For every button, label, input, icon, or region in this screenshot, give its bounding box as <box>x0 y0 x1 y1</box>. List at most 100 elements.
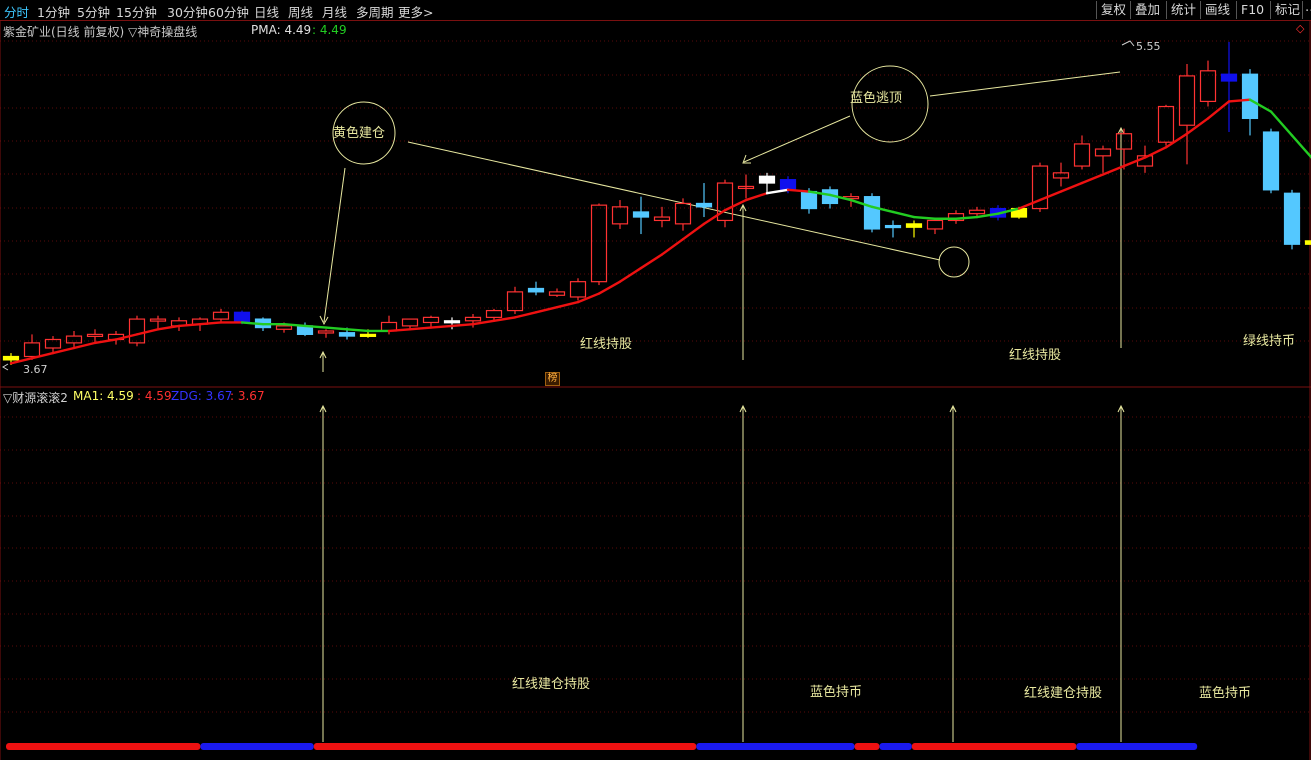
pma-segment-9 <box>198 321 223 326</box>
candle-body-27 <box>569 281 587 298</box>
pma-segment-24 <box>513 311 538 319</box>
candle-body-4 <box>86 333 104 337</box>
candle-body-19 <box>401 318 419 327</box>
pma-segment-30 <box>639 253 664 270</box>
pma-segment-53 <box>1122 156 1147 168</box>
candle-body-33 <box>695 202 713 208</box>
band-segment-6 <box>911 743 1077 750</box>
band-segment-3 <box>696 743 855 750</box>
candle-body-3 <box>65 335 83 344</box>
candle-body-23 <box>485 309 503 318</box>
candle-body-59 <box>1241 73 1259 120</box>
label-red-build-hold-1: 红线建仓持股 <box>512 676 590 692</box>
pma-segment-7 <box>156 324 181 331</box>
pointer-blue-top <box>743 115 851 163</box>
band-segment-4 <box>854 743 880 750</box>
pma-segment-1 <box>30 351 55 360</box>
pma-segment-6 <box>135 328 160 336</box>
pma-segment-36 <box>765 188 790 195</box>
pma-segment-20 <box>429 324 454 329</box>
candle-body-61 <box>1283 192 1301 245</box>
pma-value: : 4.49 <box>312 23 347 37</box>
candle-body-46 <box>968 209 986 215</box>
candle-body-11 <box>233 311 251 324</box>
label-red-build-hold-2: 红线建仓持股 <box>1024 685 1102 701</box>
label-red-hold-2: 红线持股 <box>1009 347 1061 363</box>
candles <box>2 41 1311 365</box>
band-segment-5 <box>879 743 912 750</box>
pma-segment-28 <box>597 280 622 295</box>
kline-chart: 黄色建仓 蓝色逃顶 红线持股 红线持股 绿线持币 红线建仓持股 蓝色持币 红线建… <box>0 21 1311 760</box>
label-blue-top: 蓝色逃顶 <box>850 90 902 106</box>
pma-segment-51 <box>1080 173 1105 185</box>
candle-body-60 <box>1262 131 1280 191</box>
pma-segment-35 <box>744 192 769 202</box>
candle-body-56 <box>1178 75 1196 126</box>
pma-segment-61 <box>1290 134 1311 159</box>
band-segment-0 <box>6 743 201 750</box>
pma-segment-26 <box>555 300 580 309</box>
candle-body-37 <box>779 179 797 191</box>
candle-body-21 <box>443 320 461 324</box>
chart-grid <box>0 40 1311 713</box>
sub-pane-title: ▽财源滚滚2 <box>3 391 68 405</box>
candle-body-6 <box>128 318 146 344</box>
pma-label: PMA: 4.49 <box>251 23 312 37</box>
signal-band <box>6 743 1198 750</box>
candle-body-32 <box>674 202 692 225</box>
pma-segment-45 <box>954 215 979 220</box>
candle-body-58 <box>1220 73 1238 82</box>
pointer-to-peak <box>929 71 1121 97</box>
ma1-value: : 4.59 <box>137 389 172 403</box>
pma-segment-14 <box>303 324 328 329</box>
candle-body-1 <box>23 342 41 358</box>
candle-body-22 <box>464 316 482 322</box>
candle-body-62 <box>1304 240 1311 245</box>
circle-small <box>938 246 970 278</box>
candle-body-25 <box>527 287 545 293</box>
candle-body-41 <box>863 196 881 230</box>
pma-segment-13 <box>282 322 307 328</box>
candle-body-52 <box>1094 148 1112 157</box>
pma-segment-57 <box>1206 100 1231 120</box>
pma-segment-27 <box>576 292 601 304</box>
high-price-pointer <box>1121 40 1135 47</box>
candle-body-30 <box>632 211 650 218</box>
candle-body-16 <box>338 332 356 337</box>
pma-segment-48 <box>1017 198 1042 210</box>
pma-segment-33 <box>702 209 727 226</box>
candle-body-36 <box>758 175 776 184</box>
pma-segment-19 <box>408 326 433 331</box>
price-low-label: 3.67 <box>23 363 48 376</box>
pma-segment-50 <box>1059 181 1084 193</box>
ma1-label: MA1: 4.59 <box>73 389 134 403</box>
candle-body-10 <box>212 311 230 320</box>
candle-body-42 <box>884 224 902 229</box>
low-price-pointer <box>2 363 9 371</box>
pma-segment-29 <box>618 266 643 283</box>
candle-body-15 <box>317 330 335 334</box>
rank-badge[interactable]: 榜 <box>545 372 560 386</box>
pma-segment-56 <box>1185 117 1210 135</box>
band-segment-7 <box>1076 743 1198 750</box>
band-segment-1 <box>200 743 314 750</box>
candle-body-29 <box>611 206 629 225</box>
pma-segment-16 <box>345 328 370 333</box>
candle-body-0 <box>2 355 20 361</box>
label-yellow-build: 黄色建仓 <box>333 125 385 141</box>
pma-segment-5 <box>114 333 139 341</box>
candle-body-20 <box>422 316 440 324</box>
pma-segment-25 <box>534 305 559 314</box>
pma-segment-42 <box>891 210 916 219</box>
pma-segment-55 <box>1164 132 1189 149</box>
pma-segment-49 <box>1038 190 1063 202</box>
pma-segment-3 <box>72 341 97 350</box>
candle-body-43 <box>905 223 923 228</box>
label-green-hold: 绿线持币 <box>1243 334 1295 349</box>
zdg-label: ZDG: 3.67 <box>171 389 233 403</box>
band-segment-2 <box>313 743 697 750</box>
candle-body-38 <box>800 190 818 210</box>
pma-segment-15 <box>324 326 349 331</box>
pma-segment-54 <box>1143 146 1168 159</box>
expand-diamond-icon[interactable]: ◇ <box>1296 22 1304 35</box>
